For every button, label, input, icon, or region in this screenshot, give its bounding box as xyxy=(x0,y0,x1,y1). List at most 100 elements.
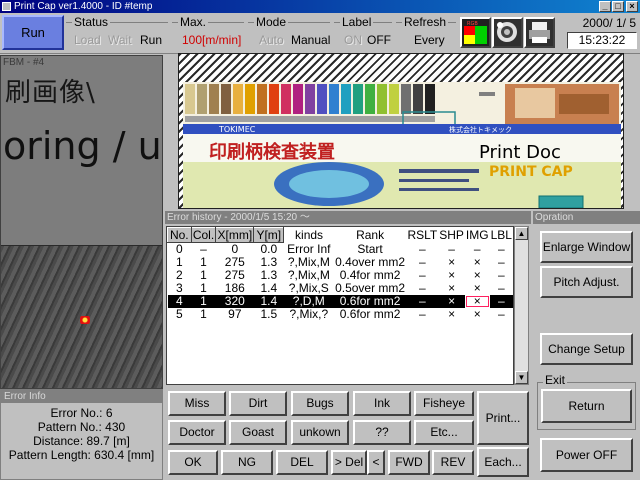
label-off[interactable]: OFF xyxy=(367,33,391,47)
error-info-panel: Error Info Error No.: 6 Pattern No.: 430… xyxy=(0,389,163,480)
unknown-button[interactable]: unkown xyxy=(291,420,349,445)
date-display: 2000/ 1/ 5 xyxy=(582,16,636,30)
miss-button[interactable]: Miss xyxy=(168,391,226,416)
refresh-group: Refresh Every xyxy=(396,16,460,50)
print-button[interactable]: Print... xyxy=(477,391,529,445)
scroll-up-icon[interactable]: ▲ xyxy=(515,227,528,240)
pattern-number: Pattern No.: 430 xyxy=(37,420,126,434)
cell-shp: × xyxy=(448,307,456,321)
camera-label: FBM - #4 xyxy=(3,57,45,68)
ink-button[interactable]: Ink xyxy=(353,391,411,416)
image-banner-1-right: Print Doc xyxy=(479,142,561,163)
table-row[interactable]: 5 1 97 1.5 ?,Mix,? 0.6for mm2 – × × – xyxy=(168,308,514,321)
each-button[interactable]: Each... xyxy=(477,447,529,477)
run-button[interactable]: Run xyxy=(2,15,64,50)
camera-icon[interactable] xyxy=(492,17,523,48)
image-banner-2: PRINT CAP xyxy=(489,164,573,180)
fisheye-button[interactable]: Fisheye xyxy=(414,391,474,416)
cell-img: – xyxy=(473,241,481,256)
goast-button[interactable]: Goast xyxy=(229,420,287,445)
error-history-panel: Error history - 2000/1/5 15:20 ～ No. Col… xyxy=(165,211,531,388)
status-group: Status Load Wait Run xyxy=(66,16,172,50)
table-row[interactable]: 0 – 0 0.0 Error Inf Start – – – – xyxy=(168,241,514,257)
pattern-image: TOKIMEC 株式会社トキメック 印刷柄検査装置 Print Doc PRIN… xyxy=(183,82,621,208)
ok-button[interactable]: OK xyxy=(168,450,218,475)
del-button[interactable]: DEL xyxy=(276,450,328,475)
cell-kinds: Error Inf xyxy=(287,241,331,256)
mode-manual[interactable]: Manual xyxy=(291,33,330,47)
mode-label: Mode xyxy=(254,15,289,29)
col-header-img: IMG xyxy=(465,227,489,242)
cell-y: 0.0 xyxy=(260,242,278,256)
cell-rank: Start xyxy=(357,241,383,256)
status-wait[interactable]: Wait xyxy=(108,33,132,47)
status-label: Status xyxy=(72,15,111,29)
next-del-button[interactable]: > Del xyxy=(331,450,367,475)
scroll-down-icon[interactable]: ▼ xyxy=(515,371,528,384)
doctor-button[interactable]: Doctor xyxy=(168,420,226,445)
return-button[interactable]: Return xyxy=(541,389,632,423)
image-banner-small: TOKIMEC xyxy=(218,125,256,134)
refresh-label: Refresh xyxy=(402,15,449,29)
max-value[interactable]: 100[m/min] xyxy=(182,33,241,47)
defect-marker xyxy=(80,316,90,324)
window-title: Print Cap ver1.4000 - ID #temp xyxy=(14,1,153,12)
rev-button[interactable]: REV xyxy=(432,450,474,475)
time-display: 15:23:22 xyxy=(567,32,637,49)
title-bar: Print Cap ver1.4000 - ID #temp _ □ × xyxy=(0,0,640,13)
cell-no: 5 xyxy=(175,307,183,321)
col-header-x[interactable]: X[mm] xyxy=(215,227,255,243)
col-header-rank: Rank xyxy=(356,227,385,242)
rgb-icon-text: RGB xyxy=(467,21,478,27)
max-group: Max. 100[m/min] xyxy=(172,16,248,50)
camera-image-text-2: oring / u xyxy=(3,124,162,168)
bugs-button[interactable]: Bugs xyxy=(291,391,349,416)
exit-label: Exit xyxy=(543,373,568,387)
distance: Distance: 89.7 [m] xyxy=(33,434,130,448)
error-history-table[interactable]: No. Col. X[mm] Y[m] kinds Rank RSLT SHP … xyxy=(166,226,514,385)
prev-button[interactable]: < xyxy=(367,450,385,475)
col-header-lbl: LBL xyxy=(490,227,512,242)
toolbar: Run Status Load Wait Run Max. 100[m/min]… xyxy=(0,13,640,54)
history-scrollbar[interactable]: ▲ ▼ xyxy=(514,226,529,385)
col-header-col[interactable]: Col. xyxy=(190,227,217,243)
col-header-no[interactable]: No. xyxy=(167,227,192,243)
error-number: Error No.: 6 xyxy=(50,406,113,420)
etc-button[interactable]: Etc... xyxy=(414,420,474,445)
minimize-button[interactable]: _ xyxy=(599,1,611,12)
history-table: No. Col. X[mm] Y[m] kinds Rank RSLT SHP … xyxy=(167,227,513,321)
power-off-button[interactable]: Power OFF xyxy=(540,438,633,472)
maximize-button[interactable]: □ xyxy=(612,1,624,12)
app-icon xyxy=(2,2,11,11)
status-run[interactable]: Run xyxy=(140,33,162,47)
mode-group: Mode Auto Manual xyxy=(248,16,334,50)
pitch-adjust-button[interactable]: Pitch Adjust. xyxy=(540,266,633,298)
question-button[interactable]: ?? xyxy=(353,420,411,445)
col-header-kinds: kinds xyxy=(295,227,324,242)
cell-rslt: – xyxy=(418,241,426,256)
classification-panel: Miss Dirt Bugs Ink Fisheye Doctor Goast … xyxy=(165,389,533,480)
pattern-image-view[interactable]: TOKIMEC 株式会社トキメック 印刷柄検査装置 Print Doc PRIN… xyxy=(178,53,624,209)
dirt-button[interactable]: Dirt xyxy=(229,391,287,416)
cell-lbl: – xyxy=(497,241,505,256)
close-button[interactable]: × xyxy=(626,1,638,12)
camera-view[interactable]: 刷画像\ oring / u FBM - #4 xyxy=(0,55,163,389)
mode-auto[interactable]: Auto xyxy=(259,33,284,47)
error-history-header: Error history - 2000/1/5 15:20 ～ xyxy=(165,211,531,224)
fwd-button[interactable]: FWD xyxy=(388,450,430,475)
cell-lbl: – xyxy=(497,307,505,321)
printer-icon[interactable] xyxy=(524,17,555,48)
label-group-label: Label xyxy=(340,15,374,29)
col-header-y[interactable]: Y[m] xyxy=(253,227,285,243)
rgb-icon[interactable]: RGB xyxy=(460,17,491,48)
cell-shp: – xyxy=(448,241,455,256)
label-on[interactable]: ON xyxy=(344,33,362,47)
ng-button[interactable]: NG xyxy=(221,450,273,475)
cell-x: 97 xyxy=(228,307,242,321)
image-banner-small-2: 株式会社トキメック xyxy=(449,125,512,134)
enlarge-window-button[interactable]: Enlarge Window xyxy=(540,231,633,263)
status-load[interactable]: Load xyxy=(74,33,101,47)
refresh-value[interactable]: Every xyxy=(414,33,445,47)
col-header-rslt: RSLT xyxy=(407,227,438,242)
change-setup-button[interactable]: Change Setup xyxy=(540,333,633,365)
